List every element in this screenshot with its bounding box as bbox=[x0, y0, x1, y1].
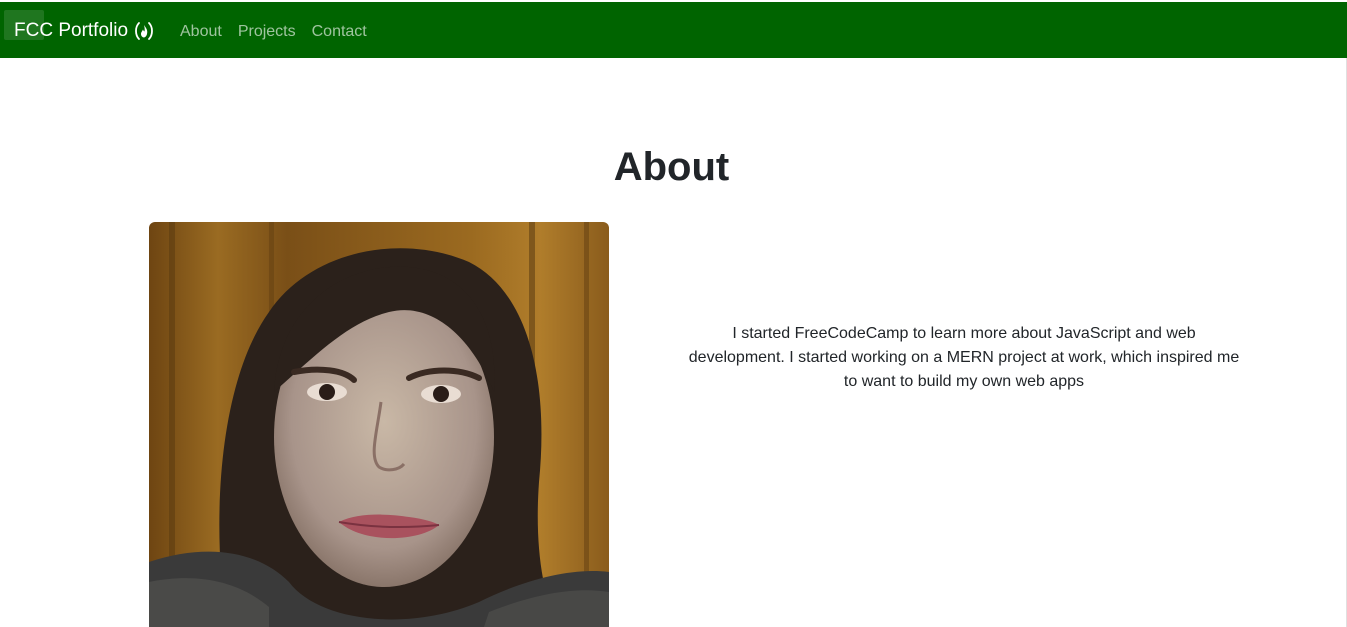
nav-link-contact[interactable]: Contact bbox=[312, 21, 367, 43]
brand-label: FCC Portfolio bbox=[14, 20, 129, 41]
nav-links: About Projects Contact bbox=[180, 21, 367, 43]
about-description: I started FreeCodeCamp to learn more abo… bbox=[688, 325, 1240, 390]
navbar-brand[interactable]: FCC Portfolio bbox=[14, 19, 155, 43]
nav-link-about[interactable]: About bbox=[180, 21, 222, 43]
freecodecamp-flame-icon bbox=[133, 20, 155, 42]
nav-link-projects[interactable]: Projects bbox=[238, 21, 296, 43]
profile-photo bbox=[149, 222, 609, 627]
page: FCC Portfolio About Projects Contact Abo… bbox=[0, 0, 1347, 627]
about-heading: About bbox=[613, 145, 730, 189]
navbar: FCC Portfolio About Projects Contact bbox=[0, 2, 1347, 58]
